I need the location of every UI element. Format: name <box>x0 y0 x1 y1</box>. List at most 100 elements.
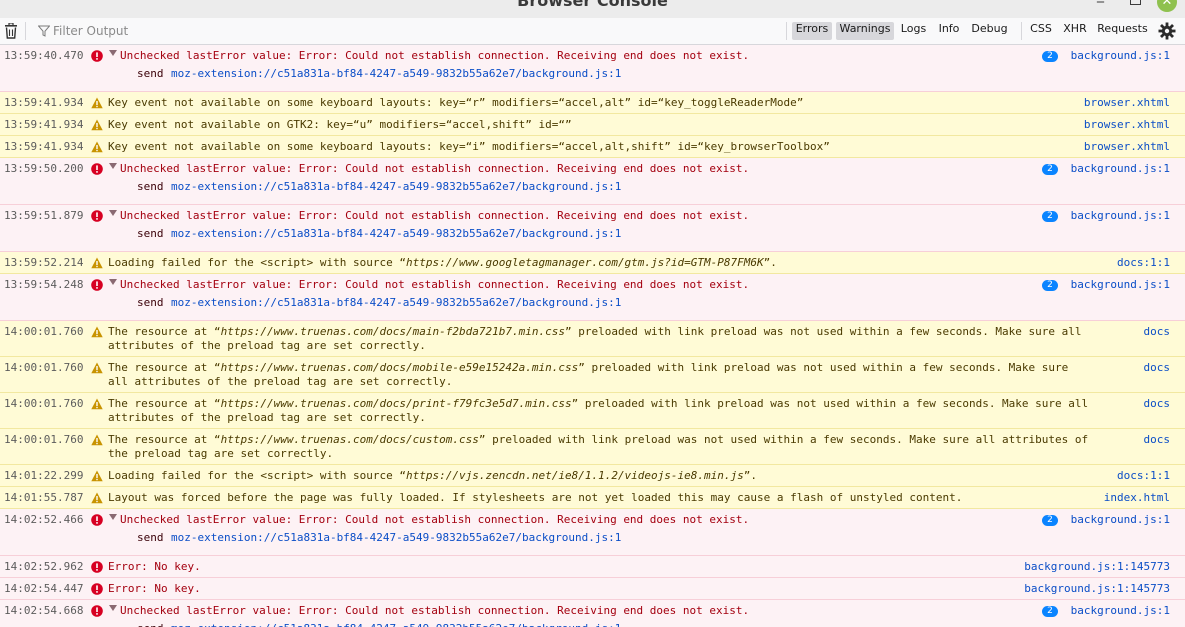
error-icon <box>91 561 103 573</box>
message-url: https://www.truenas.com/docs/custom.css <box>220 433 479 446</box>
message-source-link[interactable]: docs <box>1144 433 1171 446</box>
toolbar-divider <box>786 22 787 40</box>
message-text: Unchecked lastError value: Error: Could … <box>120 49 750 62</box>
message-line: 14:01:22.299 Loading failed for the <scri… <box>0 465 1185 486</box>
message-source-link[interactable]: docs:1:1 <box>1117 469 1170 482</box>
message-line: 13:59:51.879 Unchecked lastError value: E… <box>0 205 1185 226</box>
expand-arrow-icon[interactable] <box>109 514 117 520</box>
message-line: 14:02:52.962 Error: No key. background.js:… <box>0 556 1185 577</box>
stack-location-link[interactable]: moz-extension://c51a831a-bf84-4247-a549-… <box>171 622 621 627</box>
message-timestamp: 14:01:22.299 <box>4 469 84 482</box>
filter-icon <box>38 25 50 37</box>
filter-button-warnings[interactable]: Warnings <box>836 22 894 40</box>
message-source-link[interactable]: background.js:1 <box>1071 209 1170 222</box>
close-icon[interactable]: ✕ <box>1157 0 1177 12</box>
message-source-link[interactable]: background.js:1 <box>1071 49 1170 62</box>
repeat-count-badge: 2 <box>1042 211 1058 222</box>
message-timestamp: 13:59:51.879 <box>4 209 84 222</box>
message-timestamp: 14:00:01.760 <box>4 397 84 410</box>
console-message-warning: 14:01:22.299 Loading failed for the <scri… <box>0 465 1185 487</box>
message-timestamp: 14:02:52.466 <box>4 513 84 526</box>
console-message-error: 14:02:52.466 Unchecked lastError value: E… <box>0 509 1185 556</box>
message-prefix: The resource at “ <box>108 361 221 374</box>
console-message-warning: 14:01:55.787 Layout was forced before the… <box>0 487 1185 509</box>
message-suffix: ”. <box>763 256 777 269</box>
message-prefix: The resource at “ <box>108 325 221 338</box>
message-line: 13:59:52.214 Loading failed for the <scri… <box>0 252 1185 273</box>
stack-location-link[interactable]: moz-extension://c51a831a-bf84-4247-a549-… <box>171 180 621 193</box>
filter-button-css[interactable]: CSS <box>1027 22 1055 40</box>
message-source-link[interactable]: browser.xhtml <box>1084 96 1170 109</box>
message-url: https://www.truenas.com/docs/mobile-e59e… <box>220 361 579 374</box>
expand-arrow-icon[interactable] <box>109 50 117 56</box>
message-line: 14:00:01.760 The resource at “https://www… <box>0 393 1185 428</box>
message-source-link[interactable]: background.js:1 <box>1071 513 1170 526</box>
filter-button-errors[interactable]: Errors <box>792 22 832 40</box>
warning-icon <box>91 470 103 482</box>
message-source-link[interactable]: background.js:1 <box>1071 278 1170 291</box>
stack-function-name: send <box>137 67 164 80</box>
repeat-count-badge: 2 <box>1042 280 1058 291</box>
stack-location-link[interactable]: moz-extension://c51a831a-bf84-4247-a549-… <box>171 227 621 240</box>
message-text: Key event not available on some keyboard… <box>108 96 804 109</box>
message-line: 13:59:41.934 Key event not available on s… <box>0 92 1185 113</box>
console-message-warning: 13:59:41.934 Key event not available on G… <box>0 114 1185 136</box>
message-line: 13:59:50.200 Unchecked lastError value: E… <box>0 158 1185 179</box>
message-source-link[interactable]: docs:1:1 <box>1117 256 1170 269</box>
expand-arrow-icon[interactable] <box>109 163 117 169</box>
gear-icon[interactable] <box>1158 22 1176 40</box>
console-message-warning: 14:00:01.760 The resource at “https://www… <box>0 393 1185 429</box>
stack-function-name: send <box>137 227 164 240</box>
message-timestamp: 13:59:40.470 <box>4 49 84 62</box>
expand-arrow-icon[interactable] <box>109 279 117 285</box>
console-message-warning: 13:59:52.214 Loading failed for the <scri… <box>0 252 1185 274</box>
message-text: The resource at “https://www.truenas.com… <box>108 433 1093 461</box>
expand-arrow-icon[interactable] <box>109 605 117 611</box>
message-text: The resource at “https://www.truenas.com… <box>108 325 1093 353</box>
error-icon <box>91 50 103 62</box>
message-timestamp: 13:59:41.934 <box>4 140 84 153</box>
stack-location-link[interactable]: moz-extension://c51a831a-bf84-4247-a549-… <box>171 531 621 544</box>
message-line: 14:00:01.760 The resource at “https://www… <box>0 357 1185 392</box>
stack-function-name: send <box>137 531 164 544</box>
maximize-icon[interactable] <box>1130 0 1141 5</box>
message-line: 14:02:52.466 Unchecked lastError value: E… <box>0 509 1185 530</box>
message-source-link[interactable]: docs <box>1144 325 1171 338</box>
filter-output-input[interactable] <box>51 21 775 41</box>
console-message-error: 13:59:54.248 Unchecked lastError value: E… <box>0 274 1185 321</box>
message-source-link[interactable]: background.js:1 <box>1071 604 1170 617</box>
filter-button-debug[interactable]: Debug <box>969 22 1010 40</box>
message-timestamp: 13:59:54.248 <box>4 278 84 291</box>
filter-button-logs[interactable]: Logs <box>897 22 930 40</box>
message-url: https://vjs.zencdn.net/ie8/1.1.2/videojs… <box>406 469 744 482</box>
message-source-link[interactable]: docs <box>1144 361 1171 374</box>
message-timestamp: 14:00:01.760 <box>4 433 84 446</box>
filter-button-xhr[interactable]: XHR <box>1060 22 1090 40</box>
console-message-error: 13:59:51.879 Unchecked lastError value: E… <box>0 205 1185 252</box>
trash-icon[interactable] <box>4 23 18 39</box>
message-source-link[interactable]: background.js:1 <box>1071 162 1170 175</box>
stack-frame: send moz-extension://c51a831a-bf84-4247-a… <box>0 179 1185 204</box>
error-icon <box>91 163 103 175</box>
console-message-warning: 14:00:01.760 The resource at “https://www… <box>0 321 1185 357</box>
minimize-icon[interactable]: _ <box>1097 0 1104 3</box>
expand-arrow-icon[interactable] <box>109 210 117 216</box>
stack-location-link[interactable]: moz-extension://c51a831a-bf84-4247-a549-… <box>171 67 621 80</box>
stack-location-link[interactable]: moz-extension://c51a831a-bf84-4247-a549-… <box>171 296 621 309</box>
message-text: The resource at “https://www.truenas.com… <box>108 397 1093 425</box>
message-url: https://www.truenas.com/docs/main-f2bda7… <box>220 325 565 338</box>
message-source-link[interactable]: background.js:1:145773 <box>1024 560 1170 573</box>
message-source-link[interactable]: background.js:1:145773 <box>1024 582 1170 595</box>
message-timestamp: 14:01:55.787 <box>4 491 84 504</box>
message-text: Loading failed for the <script> with sou… <box>108 469 1093 483</box>
message-line: 13:59:54.248 Unchecked lastError value: E… <box>0 274 1185 295</box>
filter-button-requests[interactable]: Requests <box>1096 22 1149 40</box>
filter-button-info[interactable]: Info <box>935 22 963 40</box>
console-message-warning: 14:00:01.760 The resource at “https://www… <box>0 357 1185 393</box>
message-source-link[interactable]: browser.xhtml <box>1084 118 1170 131</box>
message-source-link[interactable]: browser.xhtml <box>1084 140 1170 153</box>
message-timestamp: 14:00:01.760 <box>4 361 84 374</box>
message-source-link[interactable]: index.html <box>1104 491 1170 504</box>
error-icon <box>91 279 103 291</box>
message-source-link[interactable]: docs <box>1144 397 1171 410</box>
